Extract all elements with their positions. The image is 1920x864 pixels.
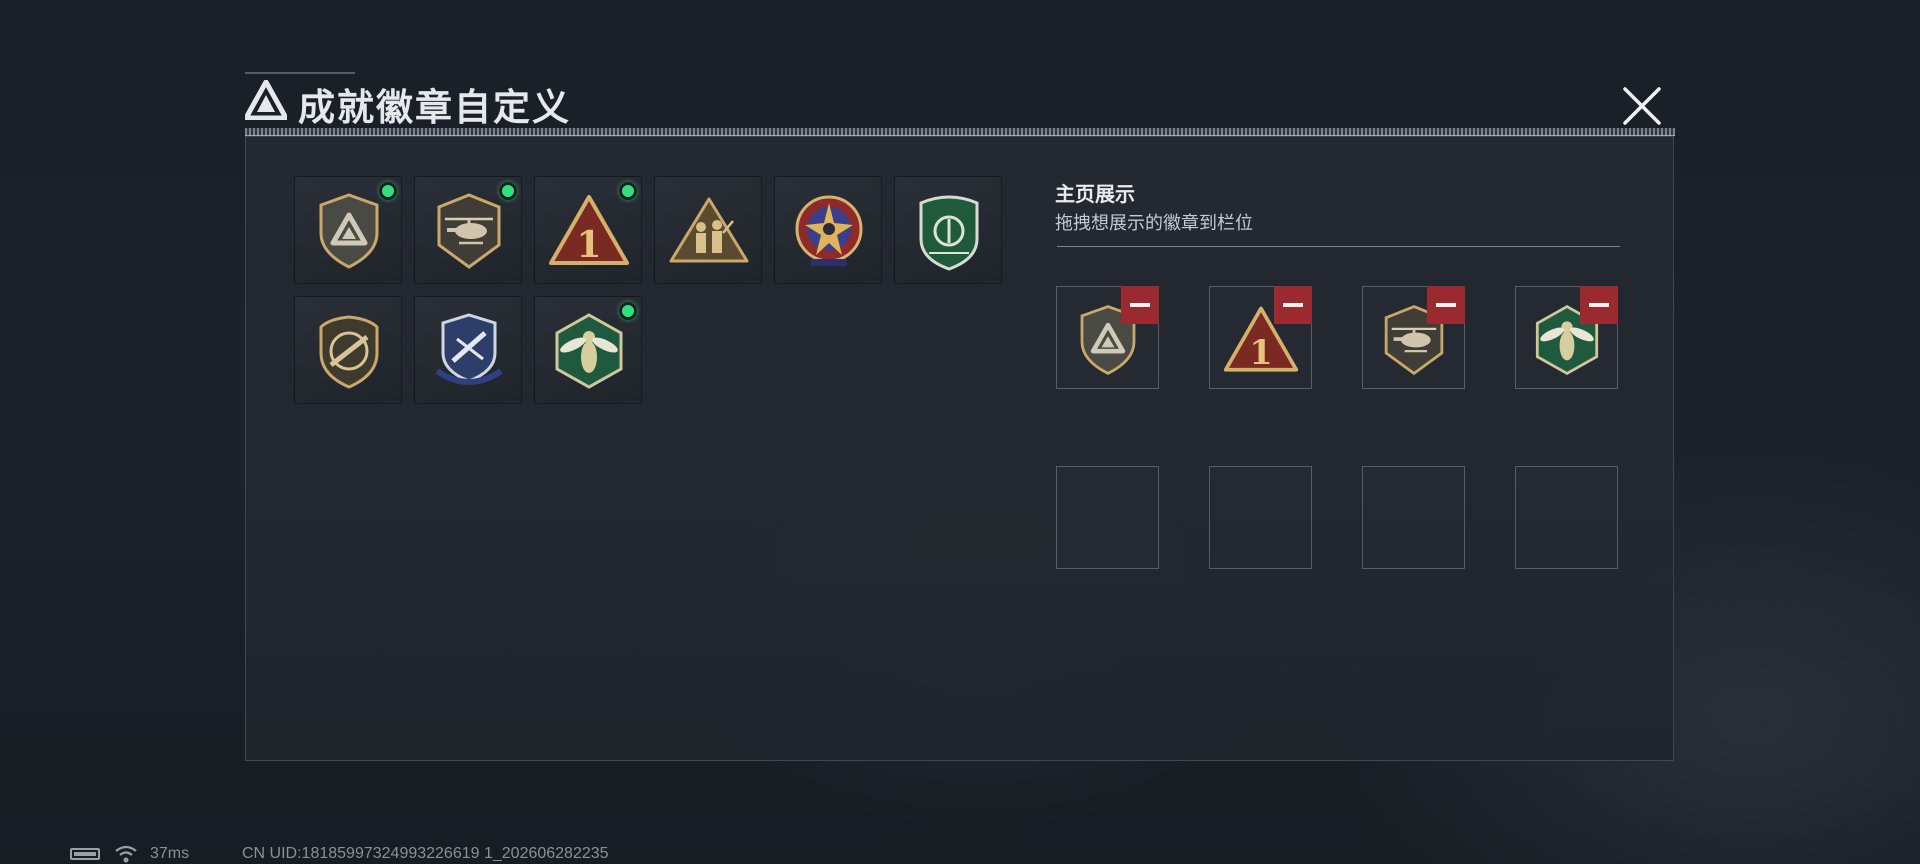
showcase-slot-empty[interactable] xyxy=(1515,466,1618,569)
blue-winged-shield-badge-icon xyxy=(435,313,503,385)
star-medal-badge-icon xyxy=(795,195,863,266)
shield-delta-badge-icon xyxy=(319,193,379,269)
badge-customization-panel: 1 主页展示 拖拽想展示的徽章到栏位 1 xyxy=(245,136,1674,761)
badge-tile[interactable] xyxy=(294,296,402,404)
badge-tile[interactable]: 1 xyxy=(534,176,642,284)
remove-badge-button[interactable] xyxy=(1274,286,1312,324)
svg-text:1: 1 xyxy=(576,224,601,266)
red-triangle-number-one-badge-icon: 1 xyxy=(549,195,629,266)
showcase-slot[interactable] xyxy=(1515,286,1618,389)
remove-badge-button[interactable] xyxy=(1427,286,1465,324)
showcase-subtitle: 拖拽想展示的徽章到栏位 xyxy=(1055,213,1253,233)
new-indicator-dot xyxy=(379,182,397,200)
title-divider xyxy=(245,128,1675,136)
title-decoration xyxy=(245,72,355,74)
showcase-divider xyxy=(1057,246,1620,247)
badge-tile[interactable] xyxy=(294,176,402,284)
soldiers-triangle-badge-icon xyxy=(669,197,749,263)
rifle-shield-badge-icon xyxy=(319,315,379,389)
showcase-slot-empty[interactable] xyxy=(1362,466,1465,569)
ping-value: 37ms xyxy=(150,845,190,862)
showcase-slot-empty[interactable] xyxy=(1056,466,1159,569)
user-uid: CN UID:18185997324993226619 1_2026062822… xyxy=(242,845,609,862)
badge-tile[interactable] xyxy=(414,176,522,284)
battery-icon xyxy=(70,848,100,860)
badge-tile[interactable] xyxy=(654,176,762,284)
showcase-slot[interactable] xyxy=(1056,286,1159,389)
remove-badge-button[interactable] xyxy=(1580,286,1618,324)
window-title: 成就徽章自定义 xyxy=(298,87,571,128)
remove-badge-button[interactable] xyxy=(1121,286,1159,324)
showcase-title: 主页展示 xyxy=(1055,184,1135,206)
badge-tile[interactable] xyxy=(774,176,882,284)
showcase-slot[interactable]: 1 xyxy=(1209,286,1312,389)
new-indicator-dot xyxy=(499,182,517,200)
showcase-slot-empty[interactable] xyxy=(1209,466,1312,569)
green-shield-emblem-badge-icon xyxy=(919,195,979,271)
new-indicator-dot xyxy=(619,302,637,320)
delta-triangle-logo-icon xyxy=(245,80,287,120)
new-indicator-dot xyxy=(619,182,637,200)
badge-tile[interactable] xyxy=(534,296,642,404)
helicopter-shield-badge-icon xyxy=(437,193,501,269)
close-x-icon[interactable] xyxy=(1618,82,1666,130)
svg-text:1: 1 xyxy=(1249,333,1272,372)
hornet-hexagon-badge-icon xyxy=(555,313,623,389)
badge-tile[interactable] xyxy=(414,296,522,404)
badge-tile[interactable] xyxy=(894,176,1002,284)
wifi-icon xyxy=(115,845,137,863)
showcase-slot[interactable] xyxy=(1362,286,1465,389)
